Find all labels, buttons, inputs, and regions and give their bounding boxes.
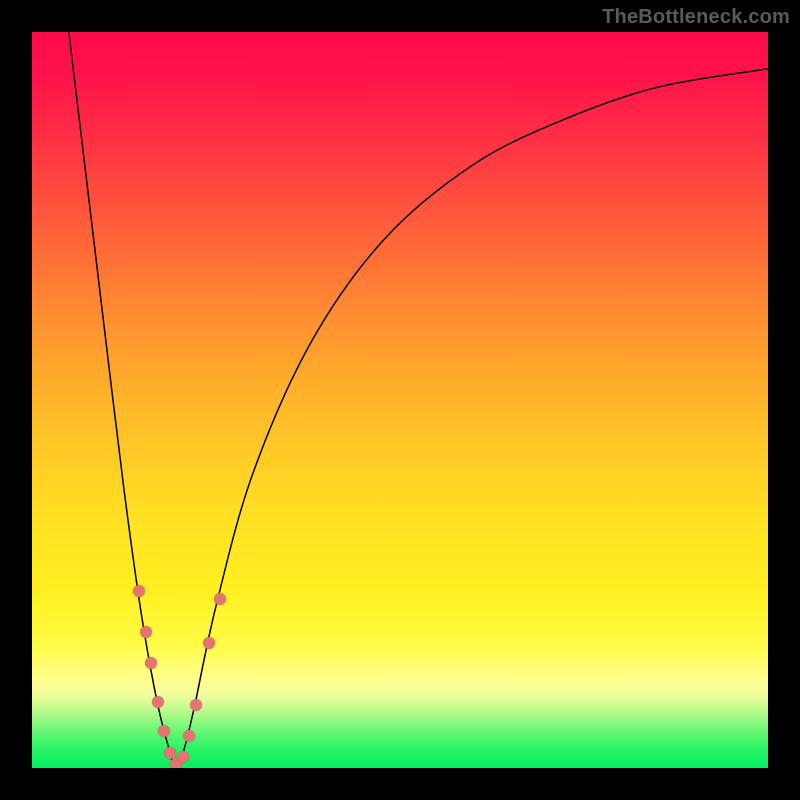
- marker-dot: [133, 585, 145, 597]
- marker-dot: [203, 637, 215, 649]
- marker-dot: [177, 751, 189, 763]
- marker-dot: [140, 626, 152, 638]
- gradient-background: [32, 32, 768, 768]
- marker-dot: [152, 696, 164, 708]
- chart-frame: TheBottleneck.com: [0, 0, 800, 800]
- watermark-text: TheBottleneck.com: [602, 6, 790, 29]
- plot-area: [32, 32, 768, 768]
- marker-dot: [214, 593, 226, 605]
